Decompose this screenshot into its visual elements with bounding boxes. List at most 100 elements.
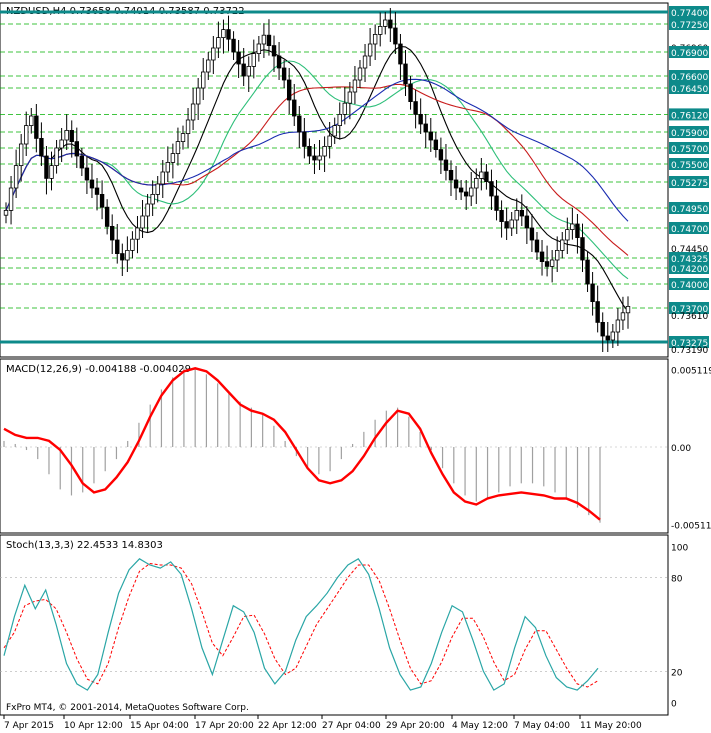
candle-body [372,34,378,45]
candle-body [18,143,24,167]
candle-body [433,139,439,150]
candle-body [266,34,272,47]
candle-body [519,209,525,217]
candle-body [241,63,246,77]
price-tick-label: 0.73190 [671,346,708,356]
candle-body [590,283,595,303]
candle-body [494,195,499,211]
candle-body [398,43,403,65]
candle-body [555,249,560,261]
candle-body [13,165,19,189]
candle-body [109,225,115,241]
time-label: 10 Apr 12:00 [64,721,123,731]
price-level-label: 0.75500 [671,161,708,171]
candle-body [145,203,150,217]
candle-body [125,249,130,261]
candle-body [529,227,535,241]
candle-body [155,183,160,195]
candle-body [367,43,373,57]
candle-body [84,167,90,181]
candle-body [190,103,196,121]
candle-body [585,259,590,285]
candle-body [458,187,464,193]
candle-body [453,179,459,189]
candle-body [115,239,120,255]
candle-body [201,71,206,89]
macd-label: MACD(12,26,9) -0.004188 -0.004029 [6,364,191,375]
stoch-tick-label: 20 [671,668,683,678]
candle-body [322,145,327,157]
candle-body [534,239,540,253]
price-level-label: 0.74200 [671,265,708,275]
candle-body [44,155,49,179]
footer-copyright: FxPro MT4, © 2001-2014, MetaQuotes Softw… [6,703,249,713]
candle-body [383,19,388,27]
candle-body [615,319,621,333]
candle-body [39,137,44,157]
candle-body [570,223,575,230]
price-level-label: 0.75275 [671,179,708,189]
candle-body [484,171,489,182]
candle-body [388,19,393,29]
price-level-label: 0.76120 [671,111,708,121]
candle-body [595,301,600,323]
candle-body [206,59,211,73]
candle-body [448,169,454,181]
candle-body [74,141,79,157]
candle-body [575,223,580,239]
candle-body [69,129,74,142]
candle-body [185,119,191,134]
price-tick-label: 0.73610 [671,312,708,322]
candle-body [362,55,368,69]
candle-body [504,221,509,229]
candle-body [347,91,353,104]
candle-body [539,251,545,262]
candle-body [231,38,236,53]
candle-body [120,253,125,261]
candle-body [99,193,105,208]
time-label: 11 May 20:00 [580,721,642,731]
stoch-tick-label: 0 [671,700,677,710]
candle-body [443,159,449,171]
time-label: 27 Apr 04:00 [322,721,381,731]
candle-body [94,187,100,195]
candle-body [509,219,514,229]
candle-body [428,131,433,141]
price-level-label: 0.74000 [671,281,708,291]
candle-body [489,181,494,197]
candle-body [175,141,181,155]
macd-tick-label: 0.00 [671,444,691,454]
price-axis: 0.774000.772500.769600.769000.766000.764… [669,6,709,356]
candle-body [246,66,251,77]
price-level-label: 0.77400 [671,9,708,19]
candle-body [286,79,292,101]
price-level-label: 0.75900 [671,129,708,139]
candle-body [256,43,262,54]
candle-body [276,55,282,69]
time-label: 29 Apr 20:00 [386,721,445,731]
candle-body [170,153,176,163]
candle-body [180,133,186,143]
candle-body [271,45,277,57]
candle-body [165,161,171,173]
candle-body [479,171,484,179]
candle-body [292,99,297,117]
candle-body [8,187,14,211]
candle-body [195,87,201,105]
candle-body [438,149,444,161]
time-label: 7 Apr 2015 [4,721,54,731]
candle-body [135,227,140,240]
candle-body [216,37,221,49]
candle-body [610,331,616,341]
candle-body [565,229,570,241]
candle-body [605,335,610,341]
candle-body [281,67,287,81]
price-level-label: 0.76900 [671,49,708,59]
candle-body [59,139,64,149]
candle-body [403,63,408,85]
price-level-label: 0.76600 [671,73,708,83]
candle-body [393,27,398,45]
candle-body [499,209,504,222]
candle-body [549,259,555,267]
candle-body [3,209,9,216]
